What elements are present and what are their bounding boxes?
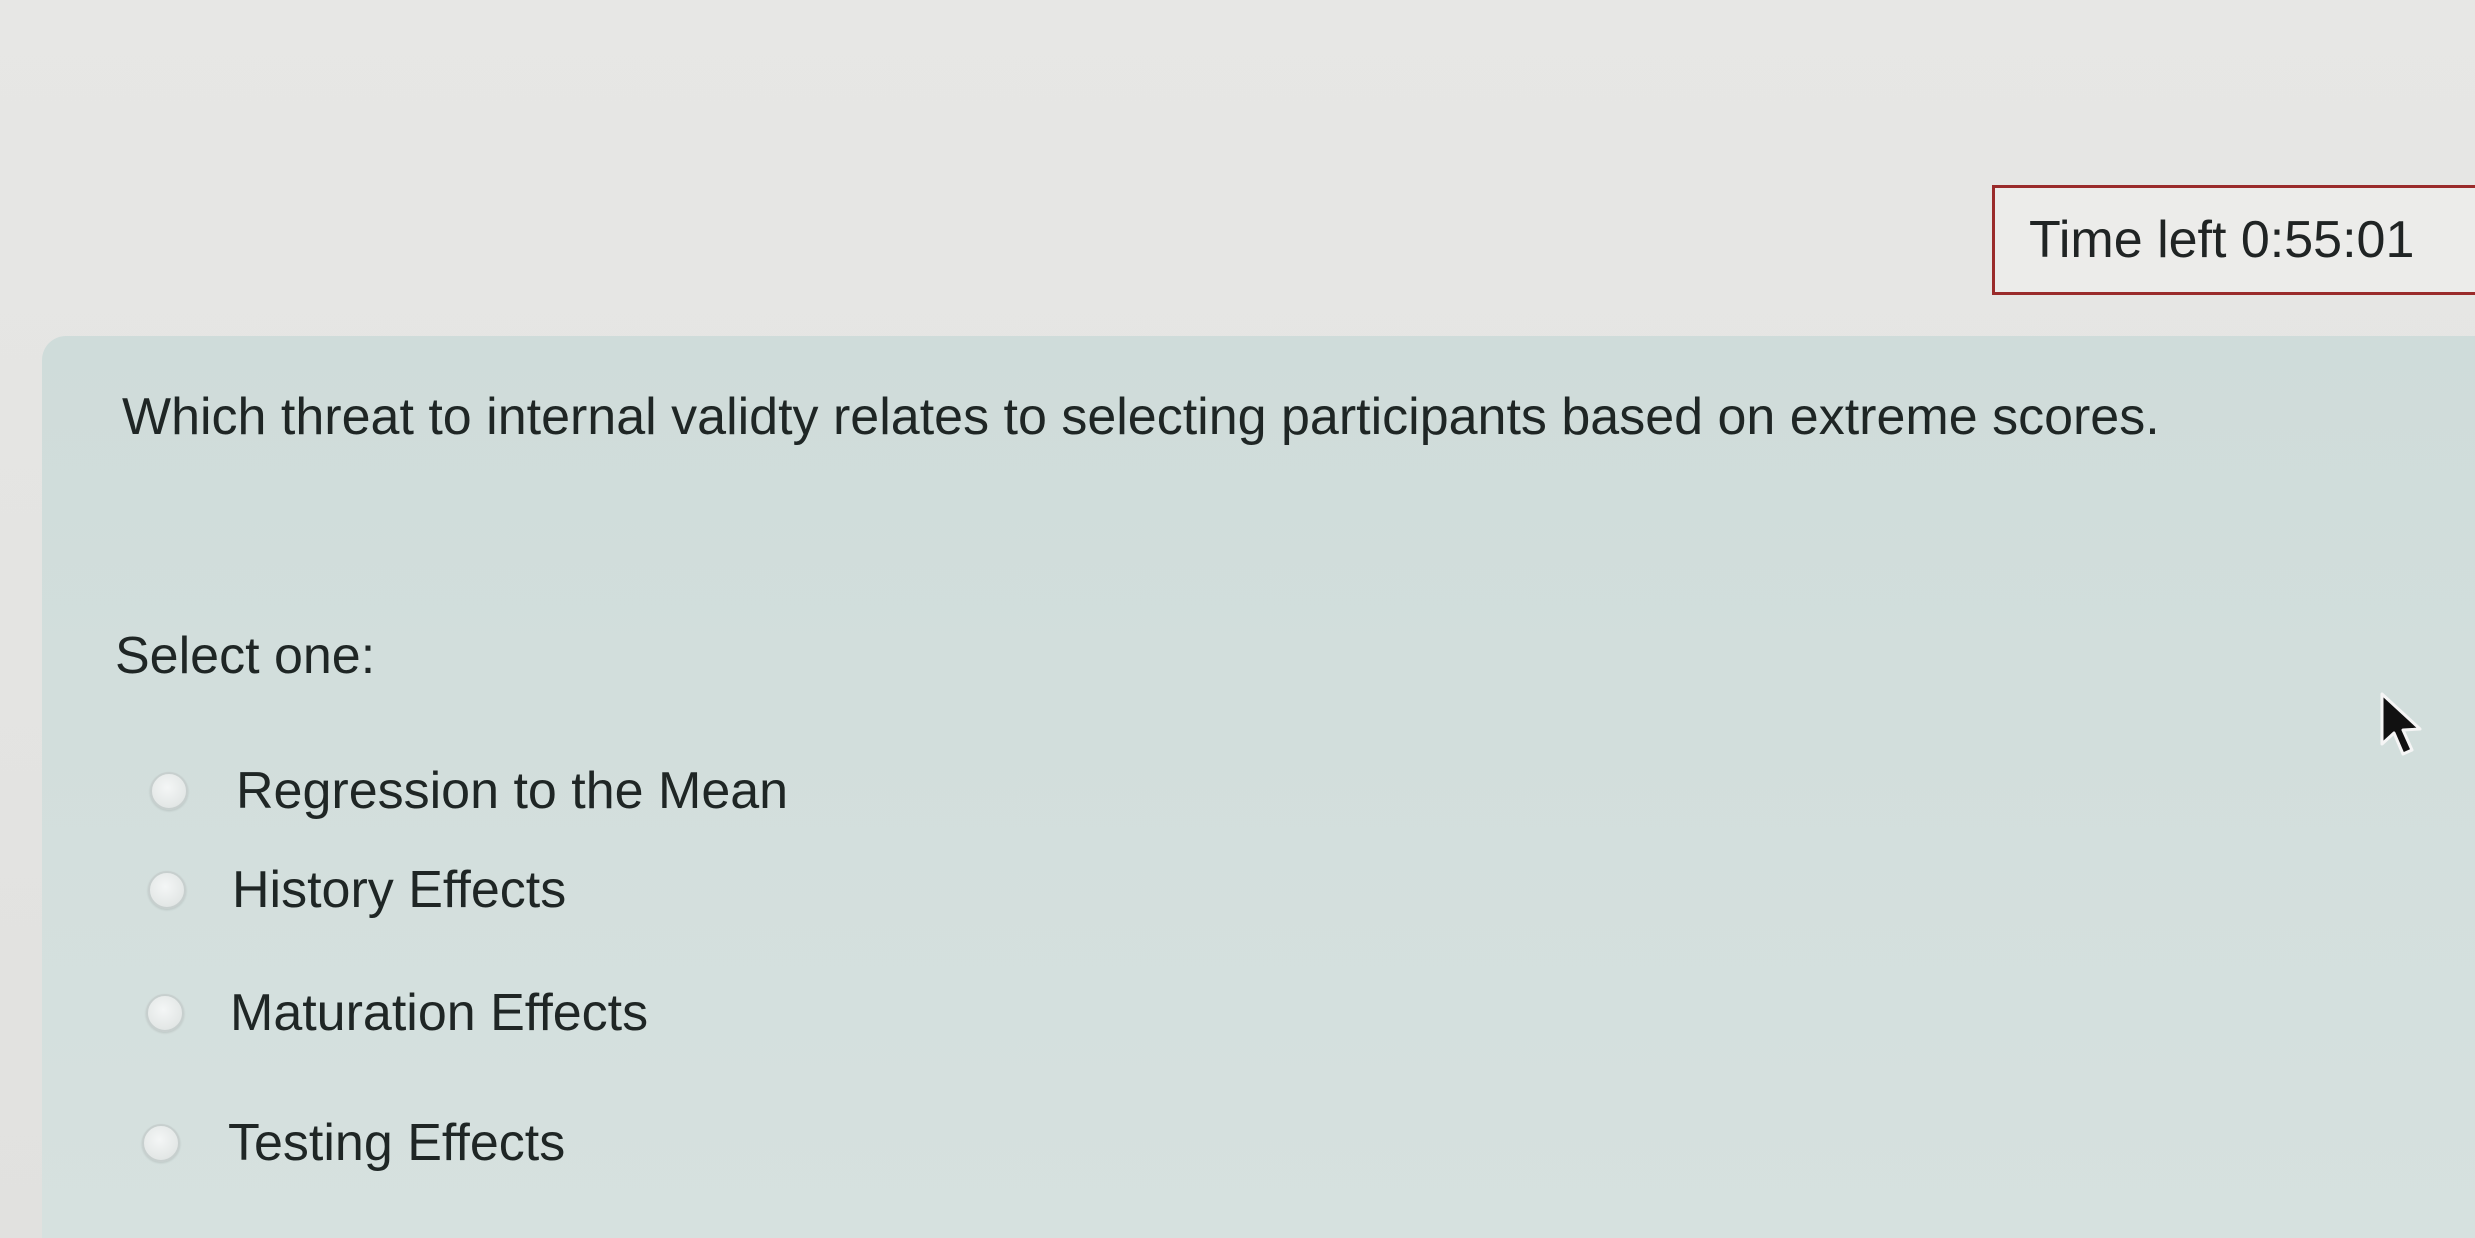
time-left-timer: Time left 0:55:01 — [1992, 185, 2475, 295]
option-label[interactable]: Regression to the Mean — [236, 761, 788, 821]
option-history-effects[interactable]: History Effects — [148, 860, 566, 920]
option-maturation-effects[interactable]: Maturation Effects — [146, 983, 648, 1043]
radio-button-icon[interactable] — [150, 772, 188, 810]
option-label[interactable]: Testing Effects — [228, 1113, 565, 1173]
select-one-label: Select one: — [115, 627, 376, 685]
option-regression-to-the-mean[interactable]: Regression to the Mean — [150, 761, 788, 821]
radio-button-icon[interactable] — [142, 1124, 180, 1162]
option-testing-effects[interactable]: Testing Effects — [142, 1113, 565, 1173]
question-text: Which threat to internal validty relates… — [122, 388, 2160, 446]
time-left-label: Time left 0:55:01 — [2029, 211, 2415, 269]
radio-button-icon[interactable] — [148, 871, 186, 909]
option-label[interactable]: Maturation Effects — [230, 983, 648, 1043]
question-panel: Which threat to internal validty relates… — [42, 336, 2475, 1238]
option-label[interactable]: History Effects — [232, 860, 566, 920]
mouse-pointer-icon — [2380, 692, 2422, 756]
radio-button-icon[interactable] — [146, 994, 184, 1032]
